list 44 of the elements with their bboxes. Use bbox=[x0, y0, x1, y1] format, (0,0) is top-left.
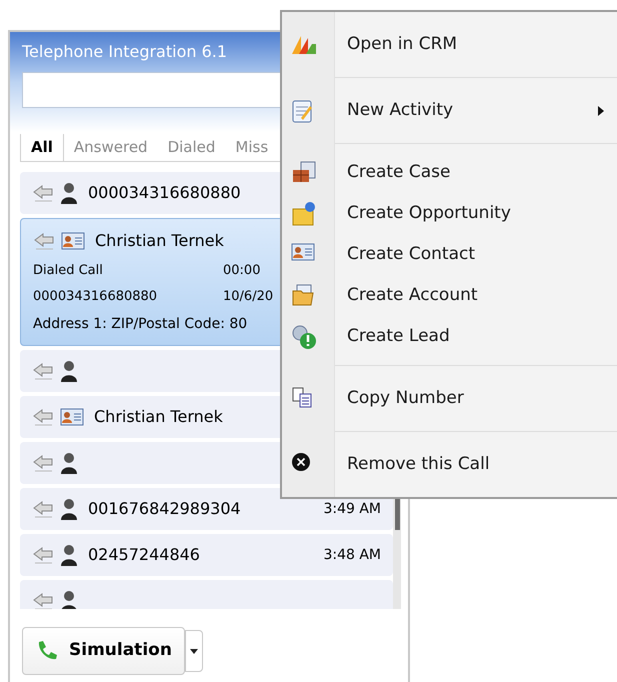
call-item[interactable]: 001676842989304 3:49 AM bbox=[20, 488, 393, 530]
dropdown-button[interactable] bbox=[184, 630, 203, 672]
caret-icon bbox=[190, 648, 198, 654]
person-icon bbox=[60, 360, 78, 382]
window-title: Telephone Integration 6.1 bbox=[22, 41, 228, 63]
menu-item[interactable]: New Activity bbox=[335, 90, 617, 131]
caller-name: Christian Ternek bbox=[94, 406, 223, 428]
copy-icon bbox=[291, 386, 313, 408]
back-arrow-icon bbox=[32, 408, 54, 426]
back-arrow-icon bbox=[32, 362, 54, 380]
case-icon bbox=[291, 160, 317, 184]
back-arrow-icon bbox=[32, 546, 54, 564]
back-arrow-icon bbox=[33, 232, 55, 250]
caller-name: 02457244846 bbox=[88, 544, 200, 566]
call-item[interactable]: 02457244846 3:48 AM bbox=[20, 534, 393, 576]
lead-icon bbox=[291, 324, 317, 350]
back-arrow-icon bbox=[32, 500, 54, 518]
caller-name: 000034316680880 bbox=[88, 182, 241, 204]
back-arrow-icon bbox=[32, 454, 54, 472]
person-icon bbox=[60, 182, 78, 204]
caller-name: 001676842989304 bbox=[88, 498, 241, 520]
menu-item[interactable]: Remove this Call bbox=[335, 444, 617, 485]
folder-icon bbox=[291, 201, 317, 227]
call-type: Dialed Call bbox=[33, 262, 103, 280]
contact-card-icon bbox=[61, 231, 85, 251]
caller-name: Christian Ternek bbox=[95, 230, 224, 252]
call-time: 3:48 AM bbox=[323, 546, 381, 564]
simulation-button[interactable]: Simulation bbox=[22, 627, 185, 675]
back-arrow-icon bbox=[32, 592, 54, 609]
contact-card-icon bbox=[60, 407, 84, 427]
person-icon bbox=[60, 590, 78, 609]
notepad-icon bbox=[291, 98, 313, 124]
call-time: 3:49 AM bbox=[323, 500, 381, 518]
person-icon bbox=[60, 498, 78, 520]
phone-number: 000034316680880 bbox=[33, 288, 158, 306]
call-date: 10/6/20 bbox=[223, 288, 274, 306]
person-icon bbox=[60, 544, 78, 566]
close-circle-icon bbox=[291, 452, 311, 472]
back-arrow-icon bbox=[32, 184, 54, 202]
call-duration: 00:00 bbox=[223, 262, 260, 280]
tab[interactable]: All bbox=[20, 134, 64, 161]
contact-card-icon bbox=[291, 242, 315, 262]
menu-item[interactable]: Open in CRM bbox=[335, 24, 617, 65]
person-icon bbox=[60, 452, 78, 474]
